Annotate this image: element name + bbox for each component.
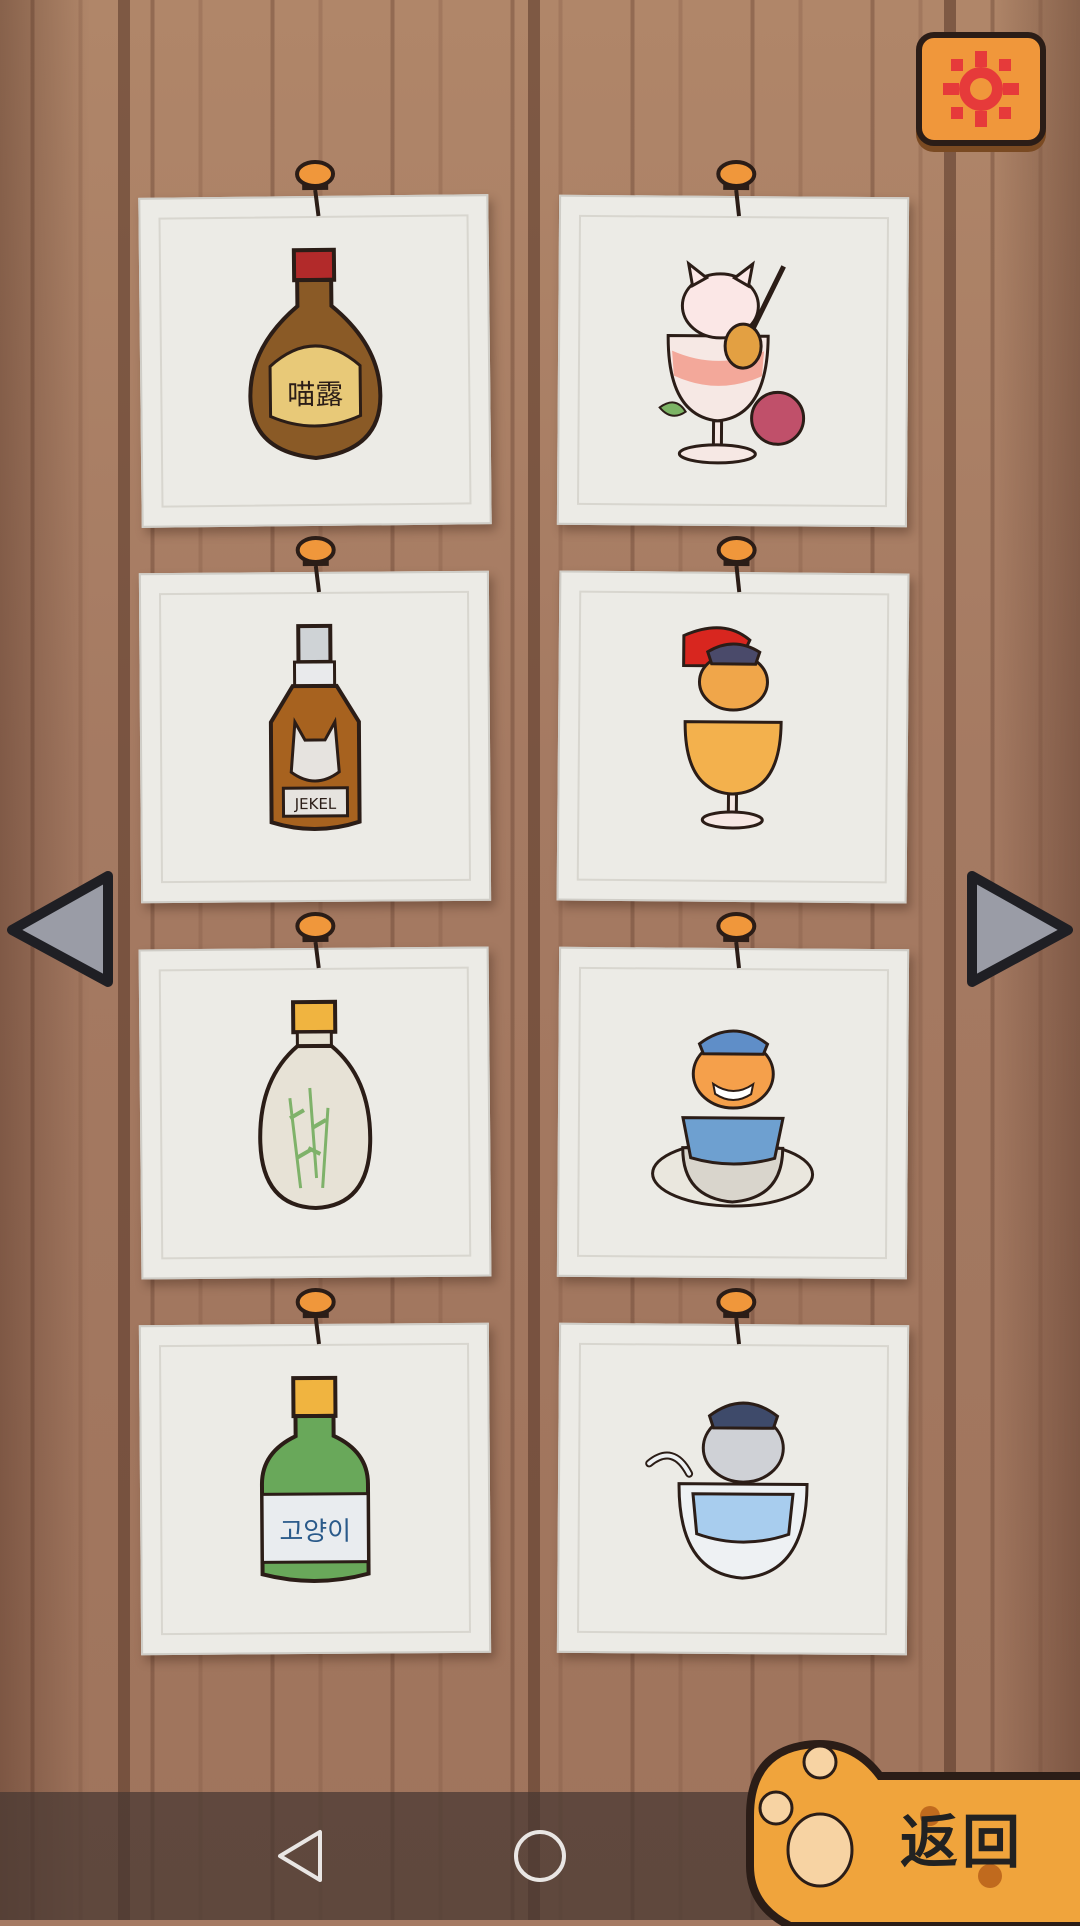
- pushpin-icon: [716, 536, 757, 593]
- pushpin-icon: [295, 159, 336, 217]
- collection-card[interactable]: [556, 1288, 910, 1656]
- bottle-label: 喵露: [287, 378, 343, 412]
- soju-bottle-icon: 고양이: [259, 1375, 371, 1583]
- pushpin-icon: [716, 160, 757, 217]
- collection-card[interactable]: [556, 160, 910, 528]
- next-page-arrow[interactable]: [966, 870, 1076, 988]
- bottle-label: 고양이: [279, 1517, 351, 1548]
- cat-whiskey-bottle-icon: JEKEL: [268, 623, 362, 831]
- collection-card[interactable]: 고양이: [138, 1287, 492, 1656]
- gear-icon: [943, 51, 1019, 127]
- pushpin-icon: [716, 1288, 757, 1345]
- collection-card[interactable]: 喵露: [138, 159, 492, 528]
- board-seam: [944, 0, 956, 1920]
- cat-cocktail-icon: [682, 626, 783, 830]
- cat-guitar-glass-icon: [658, 260, 806, 465]
- collection-card[interactable]: [138, 911, 492, 1280]
- meow-dew-bottle-icon: 喵露: [248, 247, 383, 461]
- collection-card[interactable]: [556, 912, 910, 1280]
- collection-card[interactable]: JEKEL: [138, 535, 492, 904]
- pushpin-icon: [295, 911, 336, 969]
- bamboo-bottle-icon: [258, 999, 373, 1210]
- pushpin-icon: [295, 1287, 336, 1345]
- cat-teacup-cloud-icon: [651, 1029, 815, 1208]
- pushpin-icon: [295, 535, 336, 593]
- triangle-back-icon[interactable]: [270, 1824, 330, 1888]
- circle-home-icon[interactable]: [508, 1824, 572, 1888]
- bottle-label: JEKEL: [294, 795, 337, 813]
- back-label[interactable]: 返回: [900, 1795, 1024, 1879]
- prev-page-arrow[interactable]: [4, 870, 114, 988]
- board-seam: [118, 0, 130, 1920]
- settings-button[interactable]: [916, 32, 1046, 146]
- collection-card[interactable]: [556, 536, 910, 904]
- board-seam: [528, 0, 540, 1920]
- pushpin-icon: [716, 912, 757, 969]
- cat-bowl-hat-icon: [645, 1401, 809, 1580]
